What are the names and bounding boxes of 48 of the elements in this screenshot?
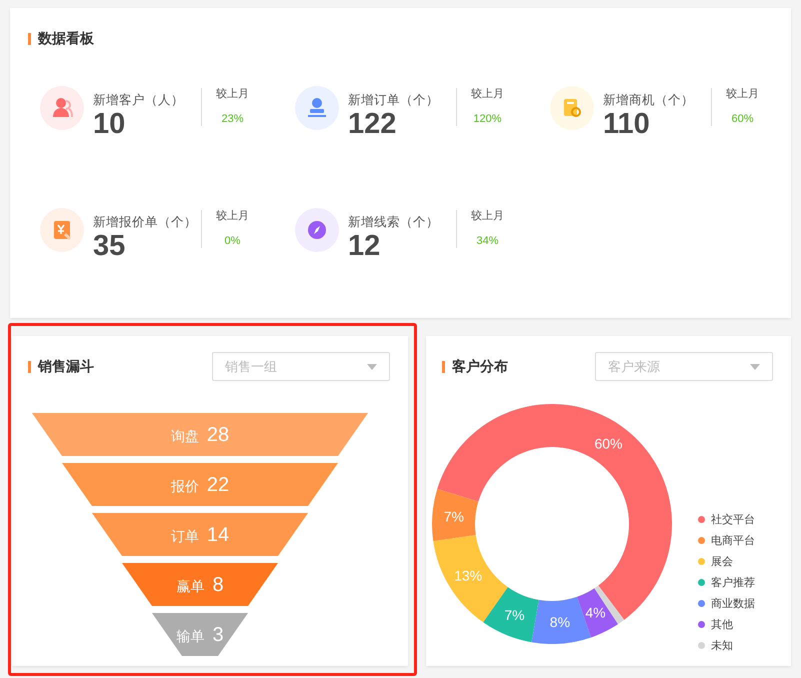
compare-label: 较上月	[216, 87, 249, 101]
card-title: 数据看板	[38, 30, 94, 48]
title-accent	[442, 360, 445, 372]
slice-value-label: 13%	[454, 568, 482, 584]
change-percent: 34%	[476, 235, 499, 247]
legend-label: 展会	[711, 555, 733, 569]
legend-label: 社交平台	[711, 512, 755, 527]
slice-value-label: 7%	[504, 607, 525, 624]
card-title: 客户分布	[452, 358, 508, 376]
funnel-stage-label: 报价 22	[170, 474, 230, 496]
slice-value-label: 60%	[594, 435, 623, 452]
group-select[interactable]: 销售一组	[212, 352, 390, 381]
compare-label: 较上月	[216, 209, 249, 223]
stat-label: 新增订单（个）	[348, 92, 440, 108]
legend-label: 其他	[711, 618, 733, 632]
change-percent: 0%	[224, 235, 240, 247]
stat-label: 新增商机（个）	[603, 92, 695, 108]
stat-value: 122	[348, 108, 398, 140]
legend-label: 电商平台	[711, 534, 755, 548]
compare-label: 较上月	[471, 209, 504, 223]
slice-value-label: 4%	[585, 604, 606, 620]
change-percent: 120%	[473, 113, 502, 125]
funnel-stage-label: 询盘 28	[170, 424, 230, 446]
card-title: 销售漏斗	[38, 358, 94, 376]
funnel-stage-label: 赢单 8	[176, 574, 224, 596]
legend-label: 商业数据	[711, 596, 755, 611]
stat-label: 新增线索（个）	[348, 214, 440, 230]
stat-label: 新增客户（人）	[93, 92, 185, 108]
compare-label: 较上月	[726, 87, 759, 101]
stat-value: 12	[348, 230, 382, 262]
title-accent	[28, 360, 31, 372]
title-accent	[28, 33, 31, 45]
stat-value: 35	[93, 230, 126, 262]
stat-label: 新增报价单（个）	[93, 214, 198, 230]
slice-value-label: 7%	[444, 508, 464, 524]
caret-icon	[750, 364, 760, 370]
stat-value: 110	[603, 108, 651, 140]
source-select[interactable]: 客户来源	[595, 352, 773, 381]
change-percent: 23%	[221, 113, 244, 125]
slice-value-label: 8%	[550, 614, 570, 630]
legend-label: 客户推荐	[711, 576, 755, 590]
stat-value: 10	[93, 108, 126, 140]
change-percent: 60%	[731, 113, 754, 125]
compare-label: 较上月	[471, 87, 504, 101]
funnel-stage-label: 输单 3	[176, 624, 224, 646]
funnel-stage-label: 订单 14	[170, 524, 230, 546]
legend-label: 未知	[711, 639, 733, 653]
caret-icon	[367, 364, 377, 370]
